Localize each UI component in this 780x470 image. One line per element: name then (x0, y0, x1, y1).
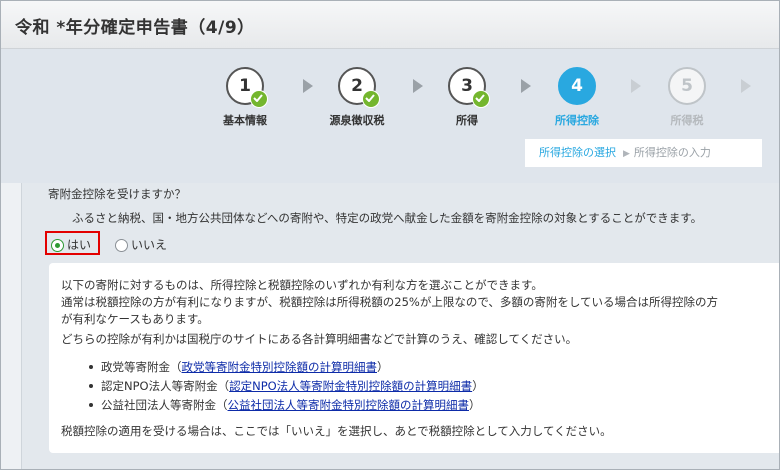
step-basic-info[interactable]: 1 基本情報 (205, 67, 285, 128)
step-withholding-tax[interactable]: 2 源泉徴収税 (317, 67, 397, 128)
step-number: 5 (668, 67, 706, 105)
info-text: が有利なケースもあります。 (61, 312, 209, 326)
info-box: 以下の寄附に対するものは、所得控除と税額控除のいずれか有利な方を選ぶことができま… (49, 263, 779, 453)
radio-dot[interactable] (115, 239, 128, 252)
info-footer: 税額控除の適用を受ける場合は、ここでは「いいえ」を選択し、あとで税額控除として入… (61, 424, 612, 438)
chevron-right-icon (413, 79, 423, 93)
check-icon (472, 90, 490, 108)
chevron-right-icon (303, 79, 313, 93)
radio-dot[interactable] (51, 239, 64, 252)
step-label: 所得控除 (555, 114, 599, 127)
list-item: 認定NPO法人等寄附金（認定NPO法人等寄附金特別控除額の計算明細書） (89, 378, 484, 397)
list-item: 政党等寄附金（政党等寄附金特別控除額の計算明細書） (89, 359, 484, 378)
step-number: 2 (338, 67, 380, 108)
substep-current: 所得控除の選択 (539, 146, 616, 159)
question-label: 寄附金控除を受けますか？ (48, 187, 186, 201)
worksheet-list: 政党等寄附金（政党等寄附金特別控除額の計算明細書） 認定NPO法人等寄附金（認定… (89, 359, 484, 416)
question-description: ふるさと納税、国・地方公共団体などへの寄附や、特定の政党へ献金した金額を寄附金控… (72, 211, 703, 225)
step-number: 1 (226, 67, 268, 108)
main-content: 寄附金控除を受けますか？ ふるさと納税、国・地方公共団体などへの寄附や、特定の政… (21, 183, 779, 469)
info-text: 以下の寄附に対するものは、所得控除と税額控除のいずれか有利な方を選ぶことができま… (61, 278, 543, 292)
step-label: 所得 (456, 114, 478, 127)
step-label: 源泉徴収税 (329, 114, 385, 127)
chevron-right-icon (521, 79, 531, 93)
step-number: 3 (448, 67, 490, 108)
step-income[interactable]: 3 所得 (427, 67, 507, 128)
substep-next: 所得控除の入力 (633, 146, 711, 159)
substep-indicator: 所得控除の選択 ▶ 所得控除の入力 (525, 139, 762, 167)
page-title: 令和 *年分確定申告書（4/9） (15, 18, 255, 38)
step-income-tax: 5 所得税 (647, 67, 727, 128)
worksheet-link[interactable]: 認定NPO法人等寄附金特別控除額の計算明細書 (229, 379, 472, 393)
step-number: 4 (558, 67, 596, 105)
info-text: 通常は税額控除の方が有利になりますが、税額控除は所得税額の25%が上限なので、多… (61, 295, 719, 309)
chevron-right-icon (631, 79, 641, 93)
step-label: 所得税 (670, 114, 704, 127)
title-bar: 令和 *年分確定申告書（4/9） (1, 1, 779, 49)
step-label: 基本情報 (223, 114, 267, 127)
info-text: どちらの控除が有利かは国税庁のサイトにある各計算明細書などで計算のうえ、確認して… (61, 332, 578, 346)
step-income-deduction[interactable]: 4 所得控除 (537, 67, 617, 128)
check-icon (250, 90, 268, 108)
chevron-right-icon (741, 79, 751, 93)
worksheet-link[interactable]: 公益社団法人等寄附金特別控除額の計算明細書 (228, 398, 470, 412)
worksheet-link[interactable]: 政党等寄附金特別控除額の計算明細書 (182, 360, 378, 374)
list-item: 公益社団法人等寄附金（公益社団法人等寄附金特別控除額の計算明細書） (89, 397, 484, 416)
radio-yes[interactable]: はい (51, 236, 91, 253)
radio-no[interactable]: いいえ (115, 236, 167, 253)
app-window: 令和 *年分確定申告書（4/9） 1 基本情報 2 源泉徴収税 3 所得 4 所… (0, 0, 780, 470)
check-icon (362, 90, 380, 108)
radio-no-label: いいえ (131, 238, 168, 252)
radio-yes-label: はい (67, 238, 92, 252)
triangle-right-icon: ▶ (623, 149, 630, 159)
